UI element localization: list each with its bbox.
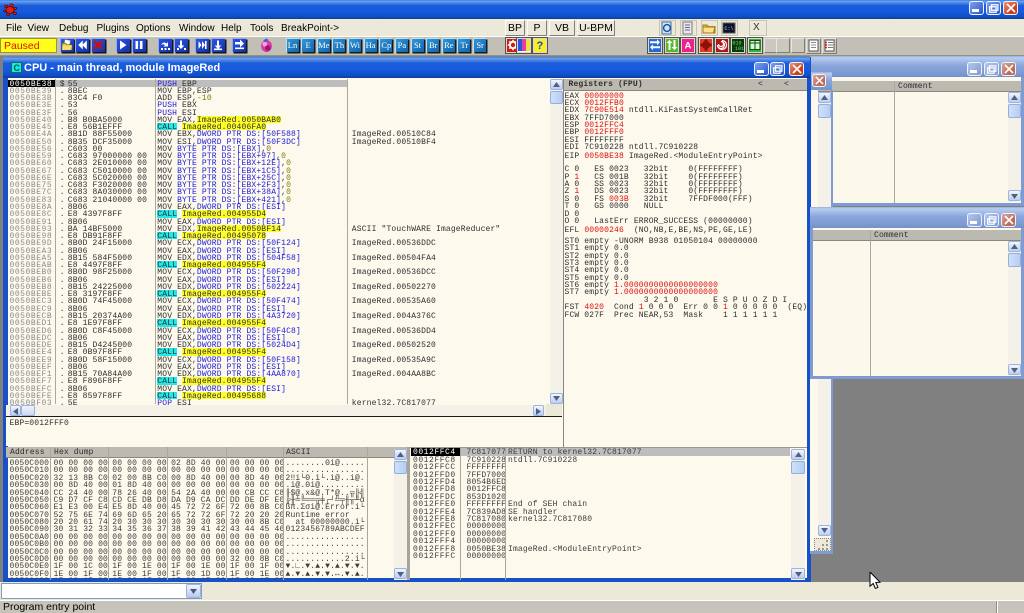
svg-text:?: ? <box>537 40 544 51</box>
svg-text:101: 101 <box>735 46 744 51</box>
svg-text:A: A <box>685 41 692 52</box>
svg-text:C:\: C:\ <box>725 26 734 32</box>
